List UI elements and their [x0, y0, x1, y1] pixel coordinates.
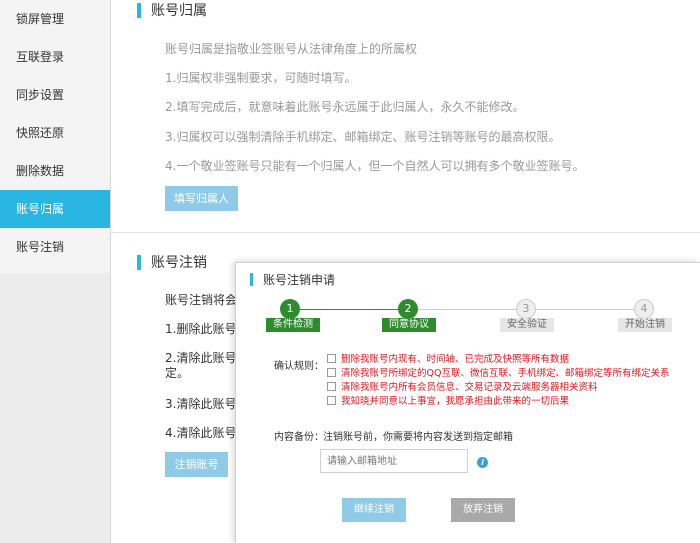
step-2-label: 同意协议	[382, 318, 436, 332]
step-1-circle: 1	[280, 299, 300, 319]
sidebar-item-connected-login[interactable]: 互联登录	[0, 38, 111, 76]
step-1: 1	[280, 299, 300, 319]
step-3-label: 安全验证	[500, 318, 554, 332]
cancel-account-button[interactable]: 注销账号	[165, 452, 228, 477]
step-1-label: 条件检测	[266, 318, 320, 332]
sidebar: 锁屏管理 互联登录 同步设置 快照还原 删除数据 账号归属 账号注销	[0, 0, 111, 273]
fill-owner-button[interactable]: 填写归属人	[165, 186, 238, 211]
rule-item: 我知晓并同意以上事宜，我愿承担由此带来的一切后果	[327, 393, 569, 407]
ownership-title: 账号归属	[151, 3, 207, 19]
section-accent-bar	[137, 254, 141, 270]
rule-checkbox-3[interactable]	[327, 381, 336, 391]
backup-label: 内容备份：	[274, 432, 324, 443]
ownership-point-2: 2.填写完成后，就意味着此账号永远属于此归属人，永久不能修改。	[165, 100, 525, 114]
step-connector-3	[536, 309, 644, 310]
sidebar-filler	[0, 273, 111, 543]
cancellation-intro: 账号注销将会	[165, 293, 238, 307]
cancellation-title: 账号注销	[151, 255, 207, 271]
rule-text-2: 清除我账号所绑定的QQ互联、微信互联、手机绑定、邮箱绑定等所有绑定关系	[341, 368, 670, 379]
step-2: 2	[398, 299, 418, 319]
ownership-point-1: 1.归属权非强制要求，可随时填写。	[165, 71, 357, 85]
step-connector-1	[300, 309, 408, 310]
cancellation-point-2-cont: 定。	[165, 366, 190, 380]
sidebar-item-sync-settings[interactable]: 同步设置	[0, 76, 111, 114]
ownership-intro: 账号归属是指敬业签账号从法律角度上的所属权	[165, 42, 418, 56]
cancellation-point-4: 4.清除此账号	[165, 426, 237, 440]
abandon-cancel-button[interactable]: 放弃注销	[451, 498, 515, 522]
cancellation-point-1: 1.删除此账号	[165, 322, 237, 336]
sidebar-item-lock-screen[interactable]: 锁屏管理	[0, 0, 111, 38]
section-divider	[111, 232, 700, 233]
rule-checkbox-4[interactable]	[327, 395, 336, 405]
rule-text-3: 清除我账号内所有会员信息、交易记录及云端服务器相关资料	[341, 382, 598, 393]
continue-cancel-button[interactable]: 继续注销	[342, 498, 406, 522]
sidebar-item-account-ownership[interactable]: 账号归属	[0, 190, 111, 228]
rule-checkbox-1[interactable]	[327, 353, 336, 363]
step-4-label: 开始注销	[618, 318, 672, 332]
info-icon[interactable]: i	[477, 457, 488, 468]
ownership-point-4: 4.一个敬业签账号只能有一个归属人，但一个自然人可以拥有多个敬业签账号。	[165, 159, 585, 173]
step-3: 3	[516, 299, 536, 319]
section-accent-bar	[137, 2, 141, 18]
step-2-circle: 2	[398, 299, 418, 319]
step-4-circle: 4	[634, 299, 654, 319]
sidebar-item-snapshot-restore[interactable]: 快照还原	[0, 114, 111, 152]
sidebar-border	[110, 0, 111, 543]
rules-label: 确认规则：	[274, 361, 324, 372]
backup-text: 注销账号前，你需要将内容发送到指定邮箱	[323, 432, 513, 443]
step-4: 4	[634, 299, 654, 319]
email-input[interactable]	[320, 449, 468, 473]
rule-item: 删除我账号内现有、时间轴、已完成及快照等所有数据	[327, 351, 569, 365]
modal-accent-bar	[250, 273, 253, 286]
rule-text-4: 我知晓并同意以上事宜，我愿承担由此带来的一切后果	[341, 396, 570, 407]
ownership-header: 账号归属	[137, 0, 207, 20]
cancellation-modal: 账号注销申请 1 条件检测 2 同意协议 3 安全验证 4 开始注销 确认规则：…	[235, 262, 700, 543]
sidebar-item-account-cancellation[interactable]: 账号注销	[0, 228, 111, 266]
cancellation-point-3: 3.清除此账号	[165, 397, 237, 411]
ownership-point-3: 3.归属权可以强制清除手机绑定、邮箱绑定、账号注销等账号的最高权限。	[165, 130, 561, 144]
step-3-circle: 3	[516, 299, 536, 319]
cancellation-header: 账号注销	[137, 252, 207, 272]
sidebar-item-delete-data[interactable]: 删除数据	[0, 152, 111, 190]
rule-text-1: 删除我账号内现有、时间轴、已完成及快照等所有数据	[341, 354, 570, 365]
step-connector-2	[418, 309, 526, 310]
modal-title: 账号注销申请	[263, 273, 336, 287]
rule-checkbox-2[interactable]	[327, 367, 336, 377]
rule-item: 清除我账号内所有会员信息、交易记录及云端服务器相关资料	[327, 379, 598, 393]
modal-header: 账号注销申请	[250, 271, 335, 288]
rule-item: 清除我账号所绑定的QQ互联、微信互联、手机绑定、邮箱绑定等所有绑定关系	[327, 365, 669, 379]
